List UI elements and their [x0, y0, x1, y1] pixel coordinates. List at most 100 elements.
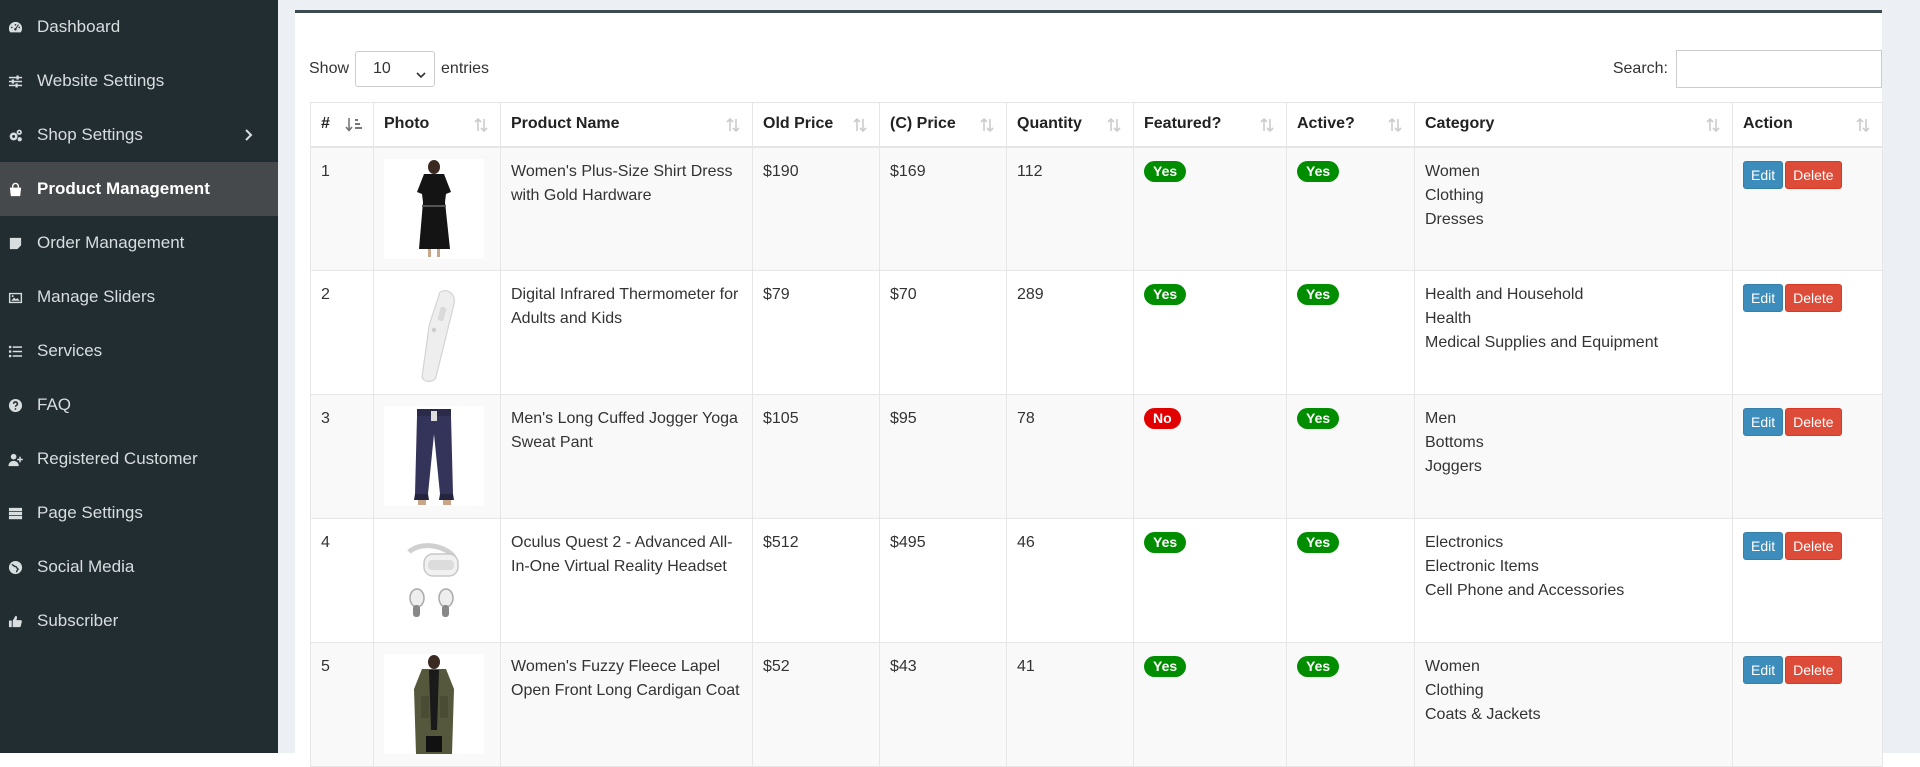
edit-button[interactable]: Edit [1743, 160, 1784, 189]
photo-cell [373, 518, 501, 643]
dashboard-icon [7, 19, 23, 35]
search-label: Search: [1612, 60, 1668, 77]
sidebar-item-label: Shop Settings [37, 125, 143, 144]
column-header-featured[interactable]: Featured? [1133, 102, 1287, 148]
quantity: 41 [1006, 642, 1134, 767]
column-header-category[interactable]: Category [1414, 102, 1733, 148]
sidebar-item-dashboard[interactable]: Dashboard [0, 0, 278, 54]
product-photo-thermometer [384, 282, 484, 383]
chevron-right-icon [242, 127, 254, 141]
category-cell: Women Clothing Dresses [1414, 146, 1733, 271]
sidebar-item-label: Social Media [37, 557, 135, 576]
sidebar-item-label: Product Management [37, 179, 210, 198]
active-cell: Yes [1286, 146, 1415, 271]
delete-button[interactable]: Delete [1785, 408, 1842, 436]
old-price: $105 [752, 394, 880, 519]
active-badge: Yes [1297, 532, 1340, 553]
sidebar-item-order-management[interactable]: Order Management [0, 216, 278, 270]
entries-select[interactable]: 10 [355, 51, 436, 87]
category-cell: Men Bottoms Joggers [1414, 394, 1733, 519]
active-badge: Yes [1297, 284, 1340, 305]
category-line: Health [1425, 310, 1472, 327]
edit-button[interactable]: Edit [1743, 408, 1784, 436]
sidebar-item-subscriber[interactable]: Subscriber [0, 594, 278, 648]
sidebar-item-page-settings[interactable]: Page Settings [0, 486, 278, 540]
shopping-bag-icon [7, 181, 23, 197]
column-header-action[interactable]: Action [1732, 102, 1883, 148]
sidebar-item-label: FAQ [37, 395, 72, 414]
action-cell: Edit Delete [1732, 518, 1883, 643]
column-header-old-price[interactable]: Old Price [752, 102, 880, 148]
column-header-current-price[interactable]: (C) Price [879, 102, 1007, 148]
question-circle-icon [7, 397, 23, 413]
list-icon [7, 343, 23, 359]
sidebar-item-website-settings[interactable]: Website Settings [0, 54, 278, 108]
active-cell: Yes [1286, 270, 1415, 395]
featured-cell: Yes [1133, 642, 1287, 767]
sidebar-item-label: Website Settings [37, 71, 165, 90]
row-number: 5 [310, 642, 374, 767]
sort-icon [1258, 117, 1276, 133]
delete-button[interactable]: Delete [1785, 284, 1842, 312]
search-input[interactable] [1676, 50, 1882, 88]
table-row: 5 Women's Fuzzy Fleece Lapel Open Front … [310, 642, 1883, 767]
action-cell: Edit Delete [1732, 270, 1883, 395]
sidebar-item-shop-settings[interactable]: Shop Settings [0, 108, 278, 162]
delete-button[interactable]: Delete [1785, 656, 1842, 684]
product-photo-black-dress [384, 158, 484, 259]
sidebar-item-social-media[interactable]: Social Media [0, 540, 278, 594]
action-cell: Edit Delete [1732, 642, 1883, 767]
featured-badge: No [1144, 408, 1181, 429]
column-header-quantity[interactable]: Quantity [1006, 102, 1134, 148]
category-line: Medical Supplies and Equipment [1425, 334, 1659, 351]
table-row: 4 Oculus Quest 2 - Advanced All-In-One V… [310, 518, 1883, 643]
active-cell: Yes [1286, 642, 1415, 767]
edit-button[interactable]: Edit [1743, 284, 1784, 312]
current-price: $70 [879, 270, 1007, 395]
edit-button[interactable]: Edit [1743, 656, 1784, 684]
sidebar-item-services[interactable]: Services [0, 324, 278, 378]
column-header-label: Photo [384, 115, 430, 133]
active-badge: Yes [1297, 656, 1340, 677]
entries-length-control: Show 10 entries [309, 50, 489, 88]
sidebar-item-product-management[interactable]: Product Management [0, 162, 278, 216]
sort-icon [724, 117, 742, 133]
table-row: 2 Digital Infrared Thermometer for Adult… [310, 270, 1883, 395]
delete-button[interactable]: Delete [1785, 532, 1842, 560]
sidebar-item-label: Services [37, 341, 103, 360]
category-line: Coats & Jackets [1425, 706, 1541, 723]
sidebar-item-manage-sliders[interactable]: Manage Sliders [0, 270, 278, 324]
active-cell: Yes [1286, 518, 1415, 643]
category-cell: Women Clothing Coats & Jackets [1414, 642, 1733, 767]
sliders-icon [7, 73, 23, 89]
category-cell: Electronics Electronic Items Cell Phone an… [1414, 518, 1733, 643]
featured-badge: Yes [1144, 656, 1187, 677]
column-header-photo[interactable]: Photo [373, 102, 501, 148]
photo-cell [373, 394, 501, 519]
search-control: Search: [1613, 50, 1882, 88]
globe-icon [7, 559, 23, 575]
old-price: $52 [752, 642, 880, 767]
entries-select-value: 10 [373, 60, 391, 77]
category-line: Joggers [1425, 458, 1482, 475]
image-icon [7, 289, 23, 305]
column-header-active[interactable]: Active? [1286, 102, 1415, 148]
sidebar-item-faq[interactable]: FAQ [0, 378, 278, 432]
sidebar-item-registered-customer[interactable]: Registered Customer [0, 432, 278, 486]
sidebar-item-label: Manage Sliders [37, 287, 156, 306]
current-price: $43 [879, 642, 1007, 767]
show-label: Show [309, 60, 350, 77]
column-header-product-name[interactable]: Product Name [500, 102, 753, 148]
delete-button[interactable]: Delete [1785, 160, 1842, 189]
column-header-label: Active? [1297, 115, 1355, 133]
cogs-icon [7, 127, 23, 143]
column-header-number[interactable]: # [310, 102, 374, 148]
edit-button[interactable]: Edit [1743, 532, 1784, 560]
sort-icon [1386, 117, 1404, 133]
category-line: Men [1425, 410, 1457, 427]
old-price: $79 [752, 270, 880, 395]
category-line: Health and Household [1425, 286, 1584, 303]
sort-icon [1704, 117, 1722, 133]
sort-icon [1105, 117, 1123, 133]
current-price: $495 [879, 518, 1007, 643]
